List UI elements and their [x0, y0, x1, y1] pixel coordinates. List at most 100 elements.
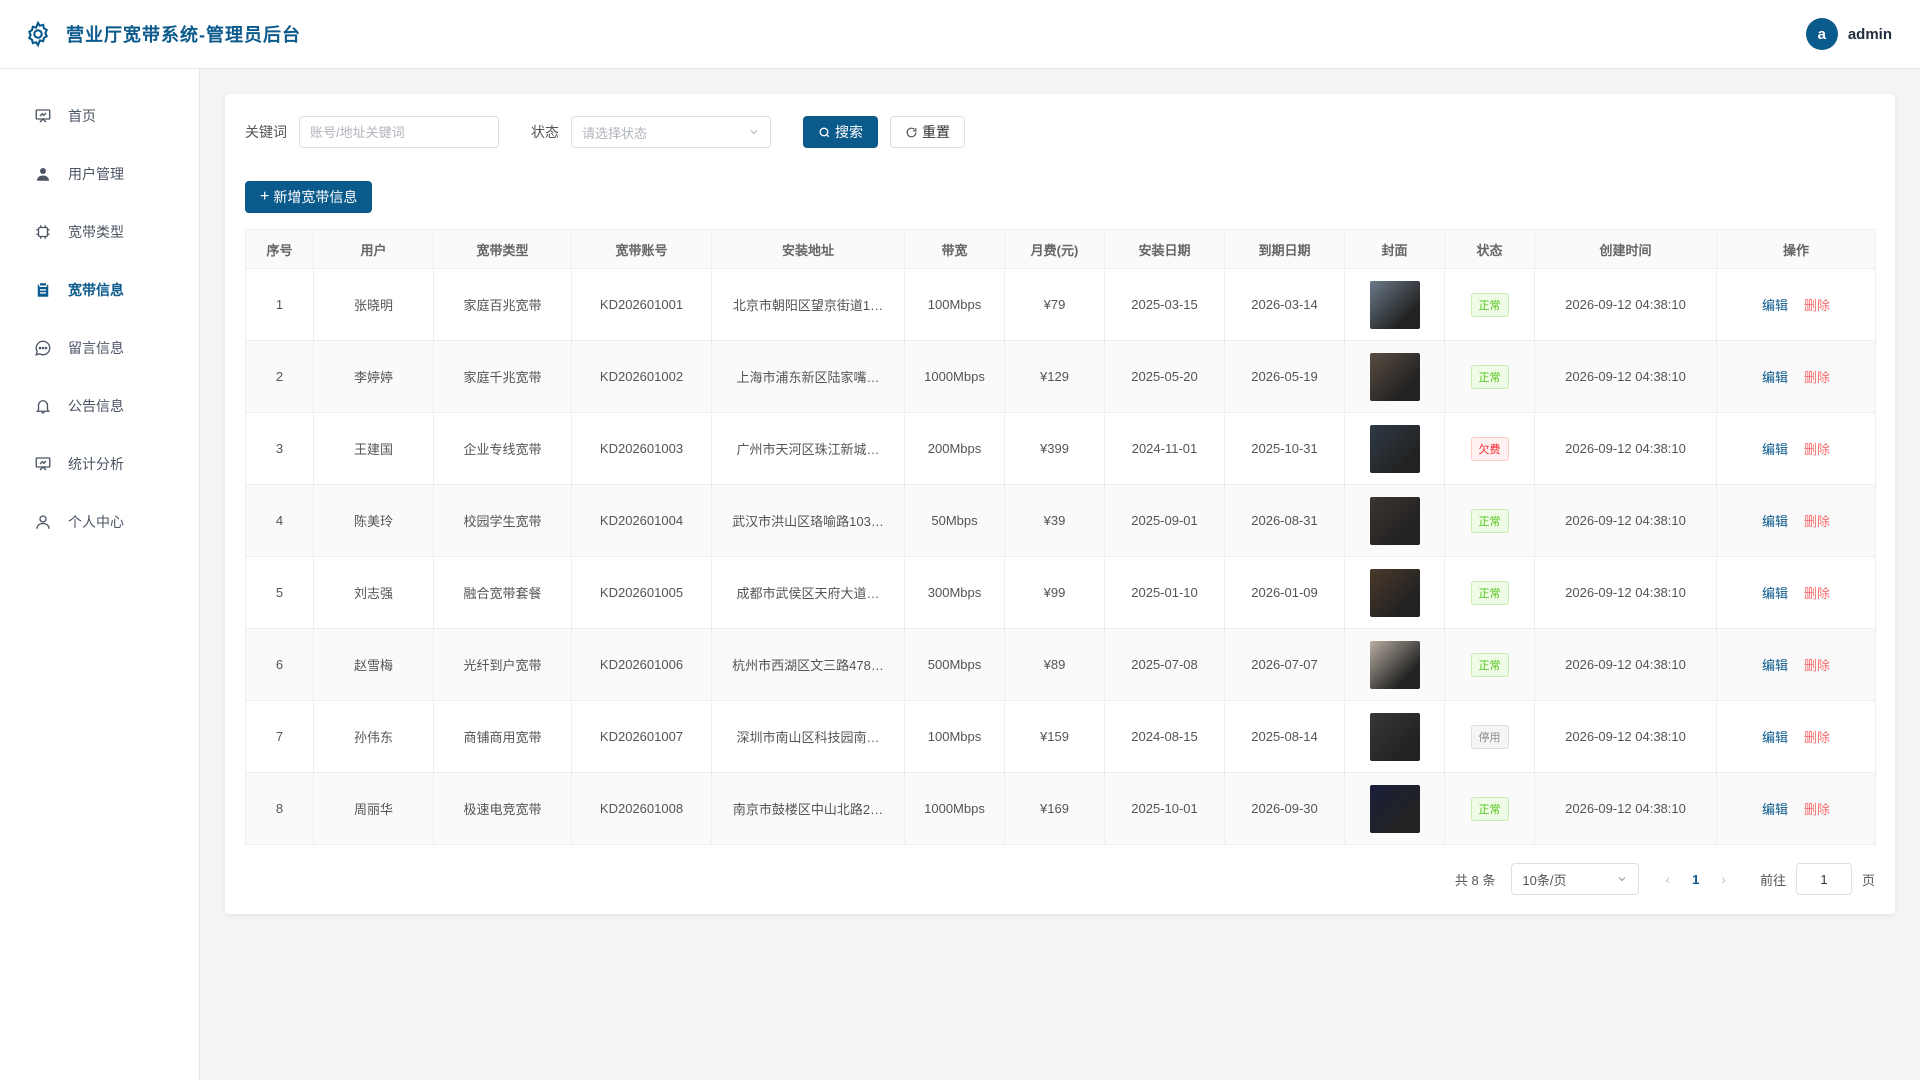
edit-link[interactable]: 编辑: [1762, 802, 1788, 817]
sidebar-item-users[interactable]: 用户管理: [0, 145, 199, 203]
status-select[interactable]: 请选择状态: [571, 116, 771, 148]
cover-thumbnail[interactable]: [1369, 352, 1420, 401]
plus-icon: +: [260, 188, 270, 205]
cell-expire: 2026-09-30: [1224, 772, 1345, 845]
cell-status: 欠费: [1444, 412, 1535, 485]
chip-icon: [36, 225, 50, 239]
edit-link[interactable]: 编辑: [1762, 442, 1788, 457]
cell-no: 1: [245, 268, 314, 341]
reset-button[interactable]: 重置: [890, 116, 965, 148]
column-header: 用户: [313, 229, 434, 269]
cell-created: 2026-09-12 04:38:10: [1534, 484, 1717, 557]
cover-thumbnail[interactable]: [1369, 496, 1420, 545]
column-header: 到期日期: [1224, 229, 1345, 269]
cell-fee: ¥399: [1004, 412, 1105, 485]
cover-thumbnail[interactable]: [1369, 784, 1420, 833]
cell-address: 武汉市洪山区珞喻路103…: [711, 484, 905, 557]
table-row: 7 孙伟东 商铺商用宽带 KD202601007 深圳市南山区科技园南… 100Mbps ¥…: [245, 700, 1876, 773]
edit-link[interactable]: 编辑: [1762, 298, 1788, 313]
cell-address: 杭州市西湖区文三路478…: [711, 628, 905, 701]
cell-install: 2025-09-01: [1104, 484, 1225, 557]
filter-bar: 关键词 状态 请选择状态 搜索 重置: [245, 116, 965, 148]
sidebar-item-label: 留言信息: [68, 340, 124, 356]
cell-type: 校园学生宽带: [433, 484, 572, 557]
column-header: 宽带账号: [571, 229, 712, 269]
column-header: 封面: [1344, 229, 1445, 269]
table-row: 8 周丽华 极速电竞宽带 KD202601008 南京市鼓楼区中山北路2… 1000Mbp…: [245, 772, 1876, 845]
sidebar-item-home[interactable]: 首页: [0, 87, 199, 145]
cell-cover: [1344, 340, 1445, 413]
sidebar-item-announcements[interactable]: 公告信息: [0, 377, 199, 435]
cell-expire: 2025-10-31: [1224, 412, 1345, 485]
sidebar-item-broadband-types[interactable]: 宽带类型: [0, 203, 199, 261]
edit-link[interactable]: 编辑: [1762, 586, 1788, 601]
sidebar-item-messages[interactable]: 留言信息: [0, 319, 199, 377]
cover-thumbnail[interactable]: [1369, 280, 1420, 329]
cell-created: 2026-09-12 04:38:10: [1534, 268, 1717, 341]
delete-link[interactable]: 删除: [1804, 802, 1830, 817]
table-row: 1 张晓明 家庭百兆宽带 KD202601001 北京市朝阳区望京街道1… 100Mbps…: [245, 268, 1876, 341]
cell-user: 李婷婷: [313, 340, 434, 413]
delete-link[interactable]: 删除: [1804, 514, 1830, 529]
column-header: 创建时间: [1534, 229, 1717, 269]
cell-bandwidth: 300Mbps: [904, 556, 1005, 629]
status-label: 状态: [531, 124, 559, 140]
delete-link[interactable]: 删除: [1804, 370, 1830, 385]
add-broadband-button[interactable]: + 新增宽带信息: [245, 181, 373, 213]
cell-account: KD202601006: [571, 628, 712, 701]
cell-fee: ¥159: [1004, 700, 1105, 773]
avatar[interactable]: a: [1805, 18, 1838, 50]
cell-user: 孙伟东: [313, 700, 434, 773]
sidebar-item-statistics[interactable]: 统计分析: [0, 435, 199, 493]
cell-bandwidth: 100Mbps: [904, 268, 1005, 341]
gear-icon: [27, 20, 49, 48]
cell-type: 商铺商用宽带: [433, 700, 572, 773]
cell-actions: 编辑 删除: [1716, 772, 1876, 845]
delete-link[interactable]: 删除: [1804, 586, 1830, 601]
content-card: 关键词 状态 请选择状态 搜索 重置 + 新增宽带信息 序号: [225, 94, 1895, 914]
page-size-select[interactable]: 10条/页: [1511, 863, 1640, 895]
keyword-input[interactable]: [299, 116, 499, 148]
reset-button-label: 重置: [922, 124, 950, 140]
cover-thumbnail[interactable]: [1369, 640, 1420, 689]
goto-page-input[interactable]: [1795, 863, 1852, 895]
cell-user: 刘志强: [313, 556, 434, 629]
prev-page-icon[interactable]: ‹: [1665, 871, 1670, 887]
delete-link[interactable]: 删除: [1804, 298, 1830, 313]
cell-user: 王建国: [313, 412, 434, 485]
cover-thumbnail[interactable]: [1369, 712, 1420, 761]
clipboard-icon: [37, 283, 49, 297]
cover-thumbnail[interactable]: [1369, 568, 1420, 617]
table-row: 4 陈美玲 校园学生宽带 KD202601004 武汉市洪山区珞喻路103… 50Mbps…: [245, 484, 1876, 557]
delete-link[interactable]: 删除: [1804, 730, 1830, 745]
cell-status: 正常: [1444, 484, 1535, 557]
page-number-current[interactable]: 1: [1692, 872, 1699, 887]
edit-link[interactable]: 编辑: [1762, 514, 1788, 529]
search-button[interactable]: 搜索: [803, 116, 878, 148]
cell-user: 周丽华: [313, 772, 434, 845]
cell-account: KD202601001: [571, 268, 712, 341]
search-button-label: 搜索: [835, 124, 863, 140]
edit-link[interactable]: 编辑: [1762, 730, 1788, 745]
cell-created: 2026-09-12 04:38:10: [1534, 772, 1717, 845]
cell-bandwidth: 200Mbps: [904, 412, 1005, 485]
refresh-icon: [906, 127, 917, 137]
sidebar-item-broadband-info[interactable]: 宽带信息: [0, 261, 199, 319]
goto-label: 前往: [1759, 872, 1786, 888]
user-menu[interactable]: a admin: [1805, 18, 1892, 50]
sidebar-item-profile[interactable]: 个人中心: [0, 493, 199, 551]
next-page-icon[interactable]: ›: [1721, 871, 1726, 887]
cell-fee: ¥39: [1004, 484, 1105, 557]
total-count: 共 8 条: [1454, 872, 1496, 888]
cell-actions: 编辑 删除: [1716, 556, 1876, 629]
table-row: 3 王建国 企业专线宽带 KD202601003 广州市天河区珠江新城… 200Mbps ¥…: [245, 412, 1876, 485]
cell-cover: [1344, 556, 1445, 629]
username[interactable]: admin: [1848, 26, 1892, 43]
cover-thumbnail[interactable]: [1369, 424, 1420, 473]
edit-link[interactable]: 编辑: [1762, 658, 1788, 673]
person-icon: [36, 515, 50, 529]
delete-link[interactable]: 删除: [1804, 658, 1830, 673]
column-header: 带宽: [904, 229, 1005, 269]
edit-link[interactable]: 编辑: [1762, 370, 1788, 385]
delete-link[interactable]: 删除: [1804, 442, 1830, 457]
